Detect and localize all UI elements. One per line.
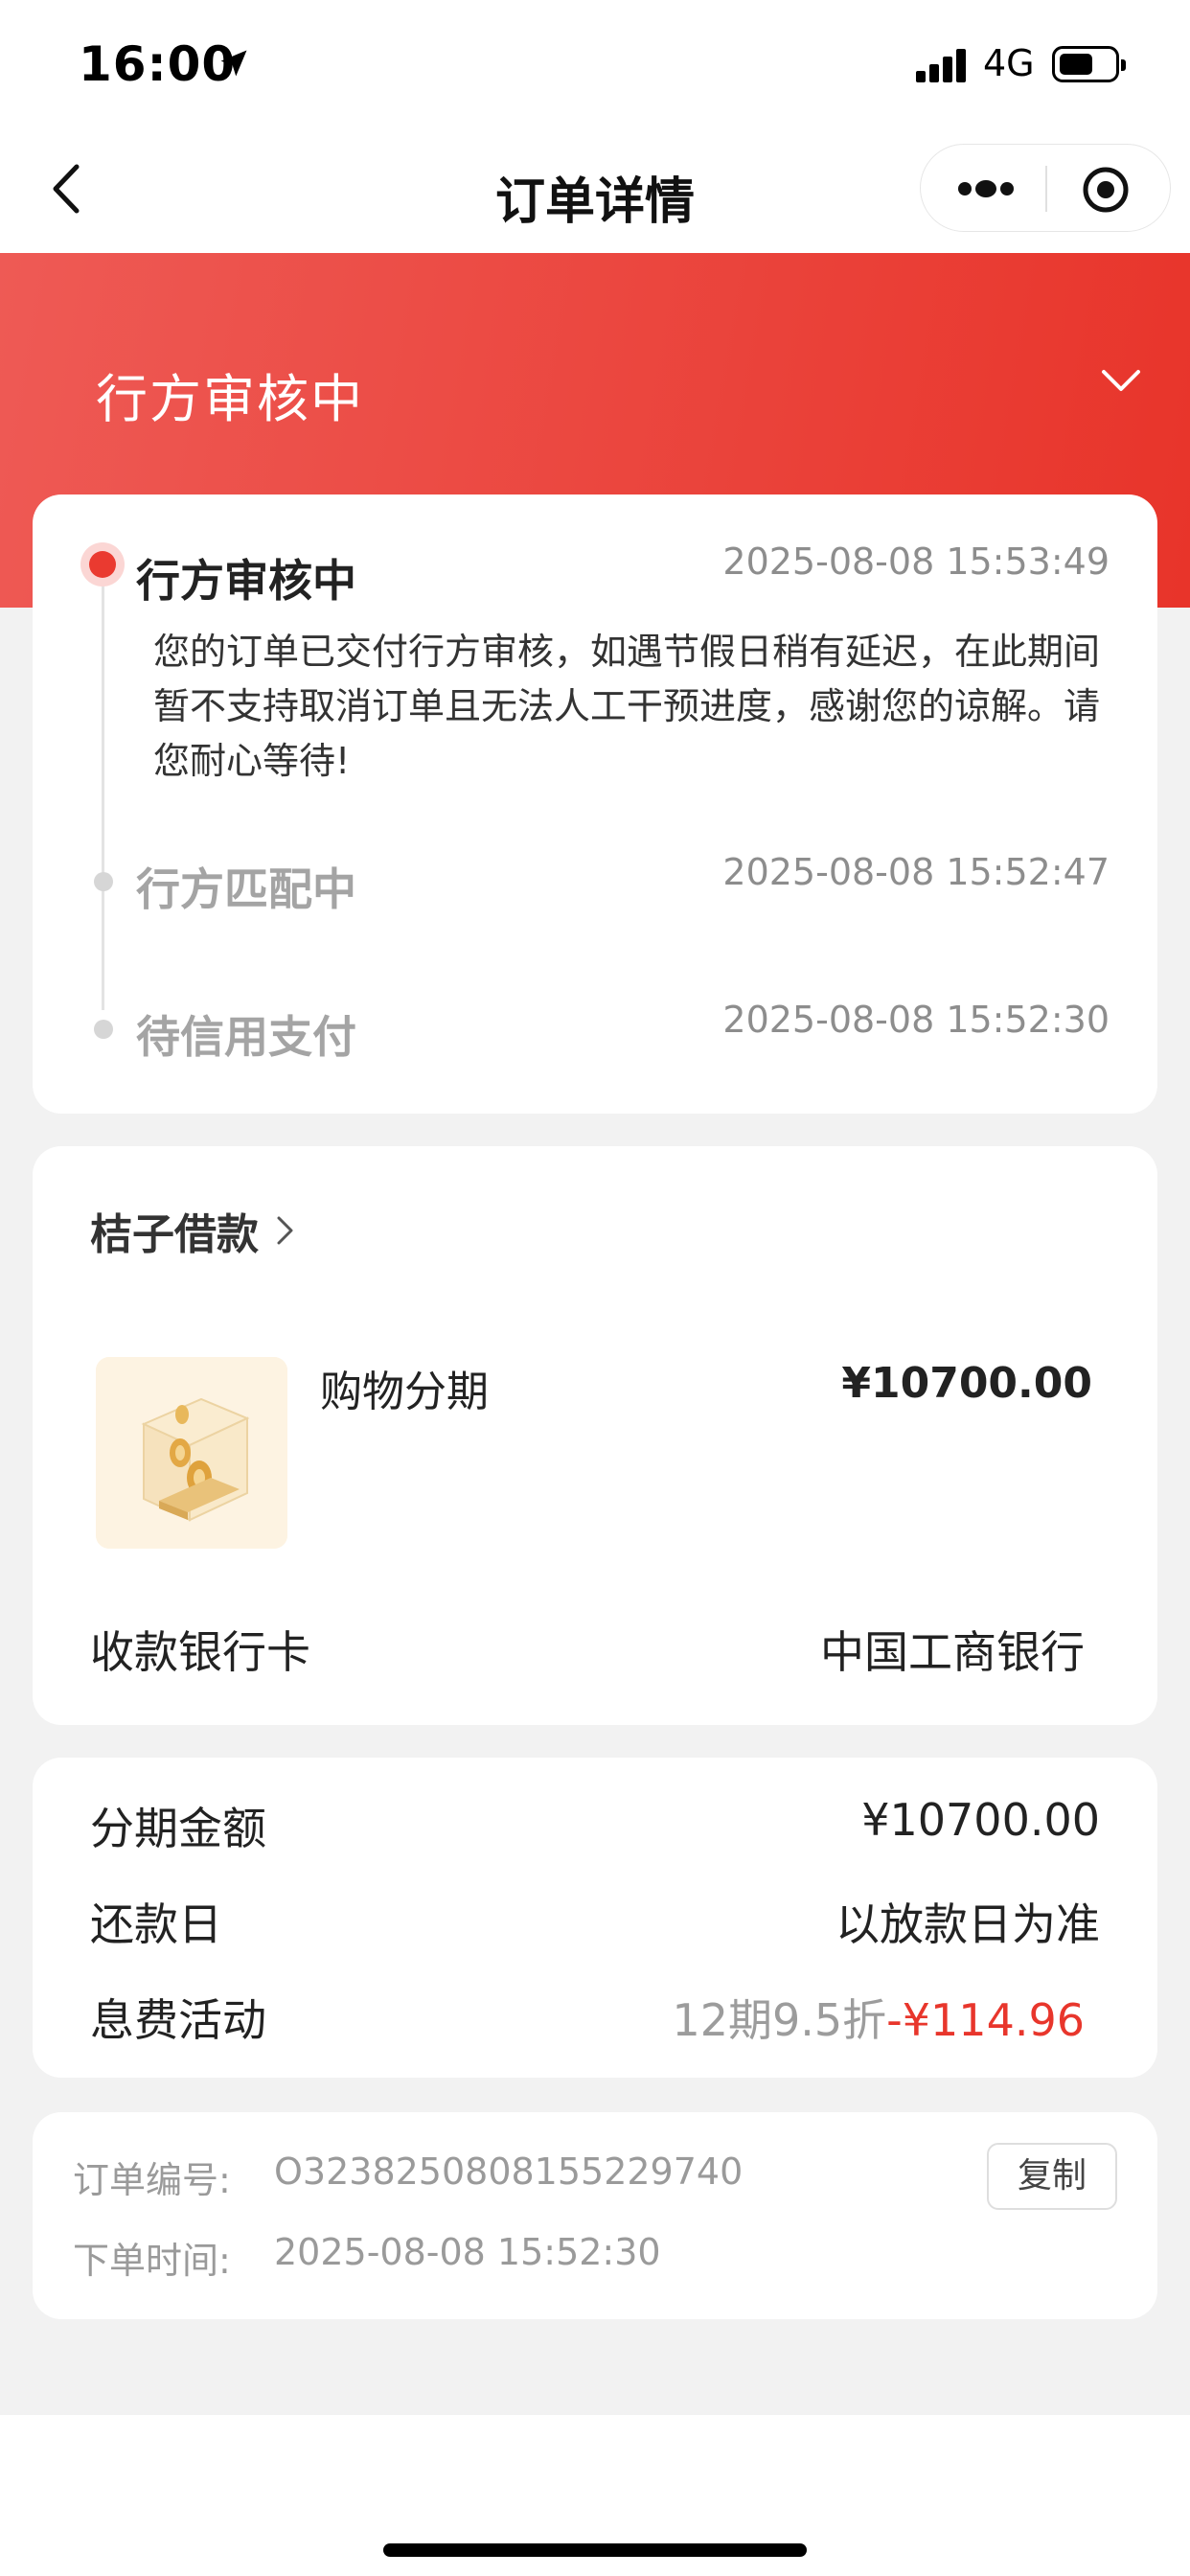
order-time-value: 2025-08-08 15:52:30 — [274, 2231, 661, 2273]
cellular-signal-icon — [916, 48, 968, 82]
installment-amount-value: ¥10700.00 — [861, 1794, 1100, 1846]
home-indicator[interactable] — [383, 2543, 807, 2557]
chevron-right-icon[interactable] — [274, 1213, 297, 1248]
header-status: 行方审核中 — [96, 369, 364, 429]
timeline-dot — [94, 872, 113, 891]
timeline-dot-active — [80, 542, 125, 586]
status-time: 16:00 — [79, 36, 237, 92]
target-circle-icon[interactable] — [1082, 166, 1130, 214]
interest-promo-label: 息费活动 — [90, 1994, 266, 2046]
product-card: 桔子借款 购物分期 ¥10700.00 收款银行卡 中国工商银行 — [33, 1146, 1157, 1725]
mini-program-capsule — [920, 144, 1171, 232]
interest-promo-plan: 12期9.5折 — [672, 1994, 887, 2046]
order-number-value: O3238250808155229740 — [274, 2150, 744, 2193]
network-type: 4G — [983, 42, 1035, 84]
product-name: 购物分期 — [320, 1368, 489, 1416]
product-thumbnail — [96, 1357, 287, 1549]
battery-icon — [1052, 46, 1126, 82]
capsule-divider — [1045, 166, 1047, 212]
nav-bar: 订单详情 — [0, 125, 1190, 253]
order-time-label: 下单时间: — [73, 2240, 231, 2282]
coin-box-icon — [96, 1357, 287, 1549]
order-number-label: 订单编号: — [73, 2159, 231, 2201]
timeline-step-time: 2025-08-08 15:52:47 — [722, 851, 1110, 893]
location-arrow-icon — [220, 50, 247, 77]
bank-card-label: 收款银行卡 — [90, 1626, 310, 1678]
order-info-card: 订单编号: O3238250808155229740 复制 下单时间: 2025… — [33, 2112, 1157, 2319]
repayment-day-label: 还款日 — [90, 1898, 222, 1950]
merchant-name[interactable]: 桔子借款 — [90, 1200, 259, 1261]
timeline-step-description: 您的订单已交付行方审核，如遇节假日稍有延迟，在此期间暂不支持取消订单且无法人工干… — [153, 631, 1101, 782]
timeline-step-time: 2025-08-08 15:52:30 — [722, 999, 1110, 1041]
copy-button[interactable]: 复制 — [987, 2143, 1117, 2210]
bank-card-value: 中国工商银行 — [820, 1626, 1085, 1678]
timeline-step-title: 行方审核中 — [136, 555, 356, 607]
timeline-dot — [94, 1020, 113, 1039]
timeline-step-title: 待信用支付 — [136, 1011, 356, 1063]
interest-promo-discount: -¥114.96 — [886, 1994, 1085, 2046]
status-bar: 16:00 4G — [0, 0, 1190, 125]
timeline-line — [102, 560, 104, 1010]
bottom-safe-area — [0, 2415, 1190, 2576]
more-dots-icon[interactable] — [955, 177, 1017, 200]
status-timeline: 行方审核中 2025-08-08 15:53:49 您的订单已交付行方审核，如遇… — [33, 494, 1157, 1114]
interest-promo-value: 12期9.5折-¥114.96 — [672, 1986, 1085, 2049]
installment-amount-label: 分期金额 — [90, 1803, 266, 1854]
timeline-step-time: 2025-08-08 15:53:49 — [722, 540, 1110, 583]
repayment-day-value: 以放款日为准 — [835, 1898, 1100, 1950]
installment-card: 分期金额 ¥10700.00 还款日 以放款日为准 息费活动 12期9.5折-¥… — [33, 1758, 1157, 2078]
chevron-down-icon[interactable] — [1098, 366, 1144, 395]
timeline-step-title: 行方匹配中 — [136, 863, 356, 915]
product-price: ¥10700.00 — [841, 1359, 1092, 1408]
